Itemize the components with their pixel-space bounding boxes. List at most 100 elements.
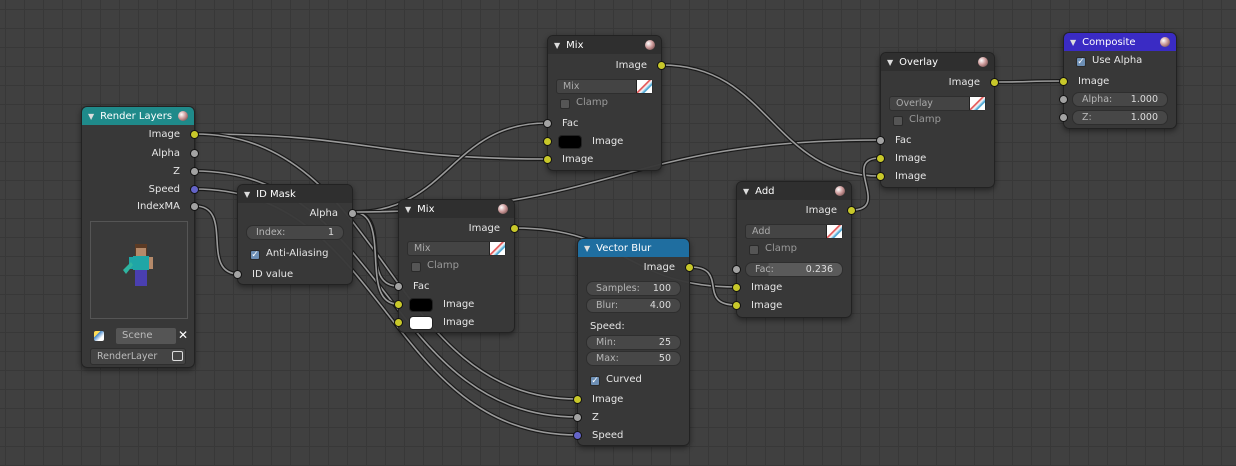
clamp-checkbox[interactable] [560, 99, 570, 109]
socket-fac[interactable] [732, 265, 741, 274]
blur-field[interactable]: Blur: 4.00 [586, 298, 681, 313]
link-wire[interactable] [194, 204, 240, 276]
socket-alpha[interactable] [190, 149, 199, 158]
socket-image[interactable] [685, 263, 694, 272]
socket-image[interactable] [394, 300, 403, 309]
render-layers-node[interactable]: ▼ Render Layers Image Alpha Z Speed Index… [81, 106, 199, 368]
node-header[interactable]: ▼ Add [737, 182, 851, 200]
socket-alpha[interactable] [1059, 95, 1068, 104]
use-alpha-checkbox[interactable]: ✓ [1076, 57, 1086, 67]
socket-image[interactable] [732, 283, 741, 292]
preview-sphere-icon[interactable] [645, 40, 655, 50]
preview-sphere-icon[interactable] [178, 111, 188, 121]
color-swatch[interactable] [409, 316, 433, 330]
blend-mode-select[interactable]: Add [745, 224, 843, 239]
index-field[interactable]: Index: 1 [246, 225, 344, 240]
anti-aliasing-checkbox[interactable]: ✓ [250, 250, 260, 260]
blend-mode-select[interactable]: Mix [407, 241, 506, 256]
collapse-triangle-icon[interactable]: ▼ [244, 190, 250, 199]
preview-sphere-icon[interactable] [498, 204, 508, 214]
collapse-triangle-icon[interactable]: ▼ [405, 205, 411, 214]
node-header[interactable]: ▼ ID Mask [238, 185, 352, 203]
socket-id-value[interactable] [233, 270, 242, 279]
collapse-triangle-icon[interactable]: ▼ [554, 41, 560, 50]
color-swatch[interactable] [409, 298, 433, 312]
node-header[interactable]: ▼ Mix [548, 36, 661, 54]
mix-node-middle[interactable]: ▼ Mix Image Mix Clamp Fac Image Image [394, 199, 519, 333]
link-wire[interactable] [661, 63, 881, 178]
use-alpha-icon[interactable] [489, 242, 505, 255]
id-mask-node[interactable]: ▼ ID Mask Alpha Index: 1 ✓ Anti-Aliasing ID… [233, 184, 357, 285]
use-alpha-icon[interactable] [969, 97, 985, 110]
preview-sphere-icon[interactable] [835, 186, 845, 196]
clamp-checkbox[interactable] [411, 262, 421, 272]
node-header[interactable]: ▼ Composite [1064, 33, 1176, 51]
socket-image[interactable] [876, 154, 885, 163]
use-alpha-icon[interactable] [636, 80, 652, 93]
collapse-triangle-icon[interactable]: ▼ [743, 187, 749, 196]
render-layer-select[interactable]: RenderLayer [90, 348, 186, 365]
node-header[interactable]: ▼ Mix [399, 200, 514, 218]
preview-sphere-icon[interactable] [978, 57, 988, 67]
link-wire[interactable] [352, 210, 399, 288]
scene-selector[interactable]: Scene ✕ [90, 328, 188, 345]
composite-node[interactable]: ▼ Composite ✓ Use Alpha Image Alpha: 1.000 … [1059, 32, 1177, 129]
scene-name-field[interactable]: Scene [116, 328, 176, 344]
node-header[interactable]: ▼ Overlay [881, 53, 994, 71]
socket-image[interactable] [394, 318, 403, 327]
link-wire[interactable] [194, 132, 548, 161]
node-header[interactable]: ▼ Vector Blur [578, 239, 689, 257]
socket-alpha[interactable] [348, 209, 357, 218]
socket-image[interactable] [657, 61, 666, 70]
fac-slider[interactable]: Fac: 0.236 [745, 262, 843, 277]
clamp-checkbox[interactable] [893, 116, 903, 126]
collapse-triangle-icon[interactable]: ▼ [1070, 38, 1076, 47]
link-wire[interactable] [689, 265, 737, 307]
blend-mode-select[interactable]: Overlay [889, 96, 986, 111]
socket-image[interactable] [732, 301, 741, 310]
socket-image[interactable] [510, 224, 519, 233]
socket-label: Image [1078, 76, 1110, 87]
socket-speed[interactable] [190, 185, 199, 194]
samples-field[interactable]: Samples: 100 [586, 281, 681, 296]
collapse-triangle-icon[interactable]: ▼ [584, 244, 590, 253]
camera-icon[interactable] [172, 351, 183, 361]
socket-image[interactable] [190, 130, 199, 139]
socket-image[interactable] [1059, 77, 1068, 86]
socket-image[interactable] [990, 78, 999, 87]
socket-z[interactable] [573, 413, 582, 422]
socket-fac[interactable] [394, 282, 403, 291]
overlay-node[interactable]: ▼ Overlay Image Overlay Clamp Fac Image I… [876, 52, 999, 188]
max-field[interactable]: Max: 50 [586, 351, 681, 366]
socket-image[interactable] [876, 172, 885, 181]
preview-sphere-icon[interactable] [1160, 37, 1170, 47]
blend-mode-select[interactable]: Mix [556, 79, 653, 94]
collapse-triangle-icon[interactable]: ▼ [88, 112, 94, 121]
link-wire[interactable] [352, 210, 399, 306]
link-wire[interactable] [994, 79, 1064, 84]
socket-fac[interactable] [876, 136, 885, 145]
socket-z[interactable] [190, 167, 199, 176]
socket-fac[interactable] [543, 119, 552, 128]
node-header[interactable]: ▼ Render Layers [82, 107, 194, 125]
vector-blur-node[interactable]: ▼ Vector Blur Image Samples: 100 Blur: 4.00… [573, 238, 694, 446]
clear-scene-icon[interactable]: ✕ [178, 328, 188, 342]
collapse-triangle-icon[interactable]: ▼ [887, 58, 893, 67]
socket-indexma[interactable] [190, 202, 199, 211]
add-node[interactable]: ▼ Add Image Add Clamp Fac: 0.236 Image Ima… [732, 181, 856, 318]
color-swatch[interactable] [558, 135, 582, 149]
link-wire[interactable] [851, 156, 881, 212]
socket-image[interactable] [573, 395, 582, 404]
socket-image[interactable] [847, 206, 856, 215]
alpha-field[interactable]: Alpha: 1.000 [1072, 92, 1168, 107]
min-field[interactable]: Min: 25 [586, 335, 681, 350]
mix-node-top[interactable]: ▼ Mix Image Mix Clamp Fac Image Image [543, 35, 666, 171]
curved-checkbox[interactable]: ✓ [590, 376, 600, 386]
socket-z[interactable] [1059, 113, 1068, 122]
socket-image[interactable] [543, 155, 552, 164]
socket-speed[interactable] [573, 431, 582, 440]
socket-image[interactable] [543, 137, 552, 146]
clamp-checkbox[interactable] [749, 245, 759, 255]
use-alpha-icon[interactable] [826, 225, 842, 238]
z-field[interactable]: Z: 1.000 [1072, 110, 1168, 125]
